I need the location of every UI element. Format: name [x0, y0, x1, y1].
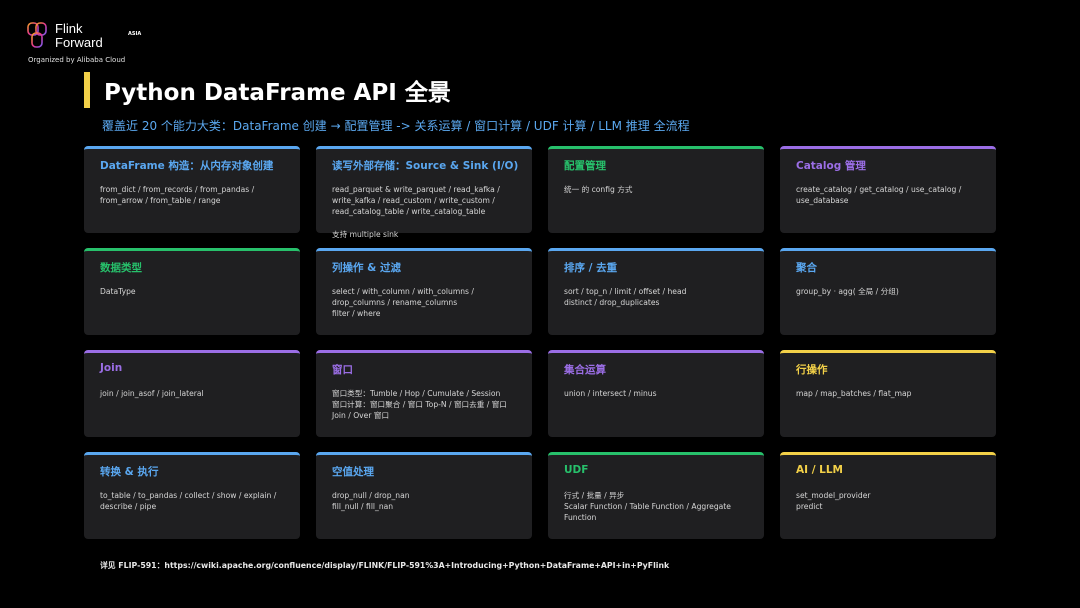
card-title: 配置管理 [564, 160, 606, 172]
card-title: AI / LLM [796, 464, 844, 476]
page-subtitle: 覆盖近 20 个能力大类：DataFrame 创建 → 配置管理 -> 关系运算… [102, 119, 690, 133]
card-body: select / with_column / with_columns / dr… [332, 287, 474, 318]
card-body: map / map_batches / flat_map [796, 389, 912, 398]
card-title: 数据类型 [100, 262, 142, 274]
title-accent-bar [84, 72, 90, 108]
card-set-ops: 集合运算 union / intersect / minus [548, 350, 764, 437]
card-null-handling: 空值处理 drop_null / drop_nan fill_null / fi… [316, 452, 532, 539]
card-title: UDF [564, 464, 589, 476]
card-dataframe-construct: DataFrame 构造：从内存对象创建 from_dict / from_re… [84, 146, 300, 233]
card-catalog: Catalog 管理 create_catalog / get_catalog … [780, 146, 996, 233]
footer-reference-link: 详见 FLIP-591：https://cwiki.apache.org/con… [100, 561, 670, 570]
card-title: 窗口 [332, 364, 353, 376]
card-body: 行式 / 批量 / 异步 Scalar Function / Table Fun… [564, 491, 731, 522]
card-body: read_parquet & write_parquet / read_kafk… [332, 185, 500, 216]
card-join: Join join / join_asof / join_lateral [84, 350, 300, 437]
card-body: group_by · agg( 全局 / 分组) [796, 287, 899, 296]
card-column-ops: 列操作 & 过滤 select / with_column / with_col… [316, 248, 532, 335]
slide: Flink Forward ASIA Organized by Alibaba … [0, 0, 1080, 608]
card-row-ops: 行操作 map / map_batches / flat_map [780, 350, 996, 437]
card-title: 空值处理 [332, 466, 374, 478]
card-body: to_table / to_pandas / collect / show / … [100, 491, 277, 511]
card-title: 读写外部存储：Source & Sink (I/O) [332, 160, 519, 172]
card-title: Catalog 管理 [796, 160, 866, 172]
card-body: drop_null / drop_nan fill_null / fill_na… [332, 491, 410, 511]
card-body: join / join_asof / join_lateral [100, 389, 204, 398]
card-config: 配置管理 统一 的 config 方式 [548, 146, 764, 233]
card-title: 列操作 & 过滤 [332, 262, 401, 274]
card-body: sort / top_n / limit / offset / head dis… [564, 287, 687, 307]
card-title: DataFrame 构造：从内存对象创建 [100, 160, 274, 172]
page-title: Python DataFrame API 全景 [104, 80, 451, 106]
logo-word-flink: Flink [55, 21, 83, 36]
card-sort-dedup: 排序 / 去重 sort / top_n / limit / offset / … [548, 248, 764, 335]
card-aggregate: 聚合 group_by · agg( 全局 / 分组) [780, 248, 996, 335]
card-udf: UDF 行式 / 批量 / 异步 Scalar Function / Table… [548, 452, 764, 539]
card-extra: 支持 multiple sink [332, 230, 399, 239]
card-body: create_catalog / get_catalog / use_catal… [796, 185, 962, 205]
squirrel-logo-icon [27, 22, 47, 48]
card-title: Join [100, 362, 123, 374]
logo-word-forward: Forward [55, 35, 103, 50]
card-title: 排序 / 去重 [564, 262, 618, 274]
organizer-text: Organized by Alibaba Cloud [28, 56, 126, 64]
card-title: 行操作 [796, 364, 828, 376]
card-body: 统一 的 config 方式 [564, 185, 633, 194]
card-title: 聚合 [796, 262, 817, 274]
card-window: 窗口 窗口类型：Tumble / Hop / Cumulate / Sessio… [316, 350, 532, 437]
card-source-sink: 读写外部存储：Source & Sink (I/O) read_parquet … [316, 146, 532, 239]
card-title: 转换 & 执行 [100, 466, 159, 478]
card-title: 集合运算 [564, 364, 606, 376]
card-body: DataType [100, 287, 136, 296]
logo-asia: ASIA [128, 31, 142, 37]
card-datatype: 数据类型 DataType [84, 248, 300, 335]
card-body: set_model_provider predict [796, 491, 871, 511]
card-convert-execute: 转换 & 执行 to_table / to_pandas / collect /… [84, 452, 300, 539]
card-body: from_dict / from_records / from_pandas /… [100, 185, 255, 205]
card-body: 窗口类型：Tumble / Hop / Cumulate / Session 窗… [332, 389, 507, 420]
card-body: union / intersect / minus [564, 389, 657, 398]
card-ai-llm: AI / LLM set_model_provider predict [780, 452, 996, 539]
